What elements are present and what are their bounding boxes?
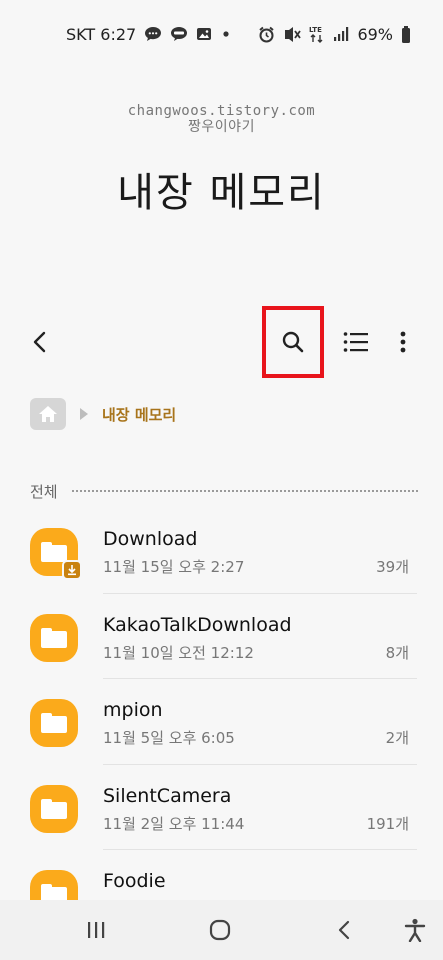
file-name: Download [103,528,198,550]
search-icon [282,331,304,353]
file-name: Foodie [103,870,166,892]
list-item[interactable]: Download 11월 15일 오후 2:27 39개 [0,508,443,594]
file-date: 11월 10일 오전 12:12 [103,643,254,662]
status-left: SKT 6:27 [66,25,232,44]
home-crumb[interactable] [30,398,66,430]
watermark: changwoos.tistory.com 짱우이야기 [0,103,443,135]
section-label: 전체 [30,482,58,501]
folder-icon [30,613,78,662]
battery-percent: 69% [357,24,393,44]
folder-icon [30,784,78,833]
file-name: SilentCamera [103,784,232,807]
svg-text:LTE: LTE [309,26,322,34]
file-count: 191개 [366,814,409,833]
list-view-button[interactable] [336,320,376,364]
folder-icon [30,528,82,580]
talk-bubble-icon [144,26,162,42]
list-item[interactable]: SilentCamera 11월 2일 오후 11:44 191개 [0,765,443,850]
breadcrumb-arrow-icon [80,408,88,420]
vibrate-mute-icon [283,26,302,43]
toolbar [0,306,443,378]
search-button[interactable] [262,306,324,378]
signal-icon [333,26,349,42]
file-name: KakaoTalkDownload [103,613,292,636]
recents-button[interactable] [76,912,116,948]
dot-icon [220,28,232,40]
file-date: 11월 15일 오후 2:27 [103,558,245,576]
list-view-icon [343,332,368,352]
list-item[interactable]: KakaoTalkDownload 11월 10일 오전 12:12 8개 [0,594,443,679]
home-nav-button[interactable] [200,912,240,948]
more-options-button[interactable] [388,320,418,364]
accessibility-button[interactable] [395,912,435,948]
alarm-icon [258,26,275,43]
recents-icon [88,922,105,938]
carrier-time: SKT 6:27 [66,24,137,44]
back-nav-icon [338,920,350,940]
watermark-line2: 짱우이야기 [188,119,255,135]
file-count: 39개 [376,558,409,576]
file-date: 11월 2일 오후 11:44 [103,814,245,833]
more-options-icon [400,331,406,353]
home-icon [39,406,57,422]
navigation-bar [0,900,443,960]
file-count: 8개 [385,643,409,662]
kakaotalk-icon [170,26,188,42]
section-header: 전체 [30,480,418,502]
file-count: 2개 [385,729,409,747]
page-title: 내장 메모리 [117,170,326,216]
list-item[interactable]: mpion 11월 5일 오후 6:05 2개 [0,679,443,765]
breadcrumb-current[interactable]: 내장 메모리 [102,404,176,425]
status-bar: SKT 6:27 LTE 69% [0,0,443,68]
gallery-icon [196,26,212,42]
breadcrumb: 내장 메모리 [30,396,176,432]
back-nav-button[interactable] [324,912,364,948]
accessibility-icon [404,918,426,942]
lte-icon: LTE [309,25,325,43]
battery-icon [401,25,411,43]
download-badge-icon [62,560,82,580]
file-date: 11월 5일 오후 6:05 [103,729,235,747]
status-right: LTE 69% [258,25,411,44]
file-list: Download 11월 15일 오후 2:27 39개 KakaoTalkDo… [0,508,443,936]
folder-icon [30,699,78,747]
home-nav-icon [209,919,231,941]
watermark-line1: changwoos.tistory.com [127,103,316,119]
back-button[interactable] [22,320,58,364]
back-icon [33,331,46,353]
section-divider [71,490,418,492]
file-name: mpion [103,699,163,721]
